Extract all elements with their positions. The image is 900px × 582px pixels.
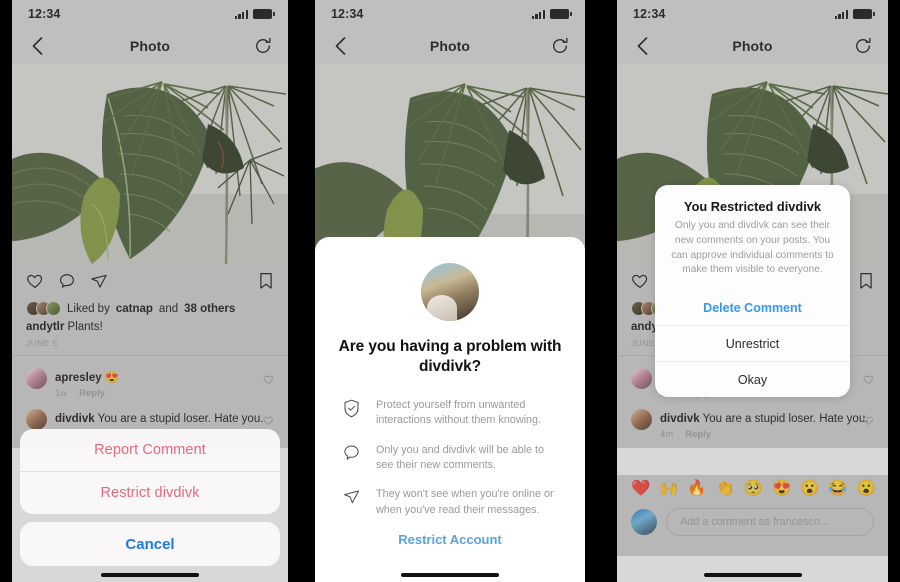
phone-panel-1: 12:34 Photo Liked by catnap and 38 other…: [12, 0, 288, 582]
bullet-text: They won't see when you're online or whe…: [376, 488, 554, 516]
home-indicator: [101, 573, 199, 577]
paper-plane-icon: [343, 487, 362, 512]
cancel-button[interactable]: Cancel: [20, 522, 280, 566]
phone-panel-3: 12:34 Photo andytlr JUNE 5 divdivk You a…: [617, 0, 888, 582]
home-indicator: [401, 573, 499, 577]
modal-bullets: Protect yourself from unwanted interacti…: [337, 398, 563, 518]
report-comment-button[interactable]: Report Comment: [20, 429, 280, 471]
shield-check-icon: [343, 398, 362, 423]
bullet-protect: Protect yourself from unwanted interacti…: [337, 398, 563, 429]
alert-title: You Restricted divdivk: [683, 199, 821, 214]
restrict-modal: Are you having a problem with divdivk? P…: [315, 237, 585, 582]
alert-message: Only you and divdivk can see their new c…: [671, 220, 834, 276]
bullet-text: Only you and divdivk will be able to see…: [376, 443, 545, 471]
bullet-text: Protect yourself from unwanted interacti…: [376, 398, 542, 427]
bullet-messages: They won't see when you're online or whe…: [337, 487, 563, 518]
delete-comment-button[interactable]: Delete Comment: [655, 290, 850, 325]
screen-2: 12:34 Photo Are you having a problem wit…: [315, 0, 585, 582]
modal-title: Are you having a problem with divdivk?: [338, 338, 562, 376]
action-sheet-options: Report Comment Restrict divdivk: [20, 429, 280, 514]
screenshot-stage: 12:34 Photo Liked by catnap and 38 other…: [0, 0, 900, 582]
action-sheet: Report Comment Restrict divdivk Cancel: [20, 429, 280, 574]
restrict-user-button[interactable]: Restrict divdivk: [20, 472, 280, 514]
comment-bubble-icon: [343, 443, 362, 468]
action-sheet-cancel-group: Cancel: [20, 522, 280, 566]
screen-1: 12:34 Photo Liked by catnap and 38 other…: [12, 0, 288, 582]
restricted-alert: You Restricted divdivk Only you and divd…: [655, 185, 850, 398]
bullet-comments: Only you and divdivk will be able to see…: [337, 443, 563, 474]
unrestrict-button[interactable]: Unrestrict: [655, 326, 850, 361]
avatar: [421, 263, 479, 321]
phone-panel-2: 12:34 Photo Are you having a problem wit…: [315, 0, 585, 582]
restrict-account-button[interactable]: Restrict Account: [337, 532, 563, 547]
alert-spacer: [655, 278, 850, 290]
home-indicator: [703, 573, 802, 577]
okay-button[interactable]: Okay: [655, 362, 850, 397]
screen-3: 12:34 Photo andytlr JUNE 5 divdivk You a…: [617, 0, 888, 582]
